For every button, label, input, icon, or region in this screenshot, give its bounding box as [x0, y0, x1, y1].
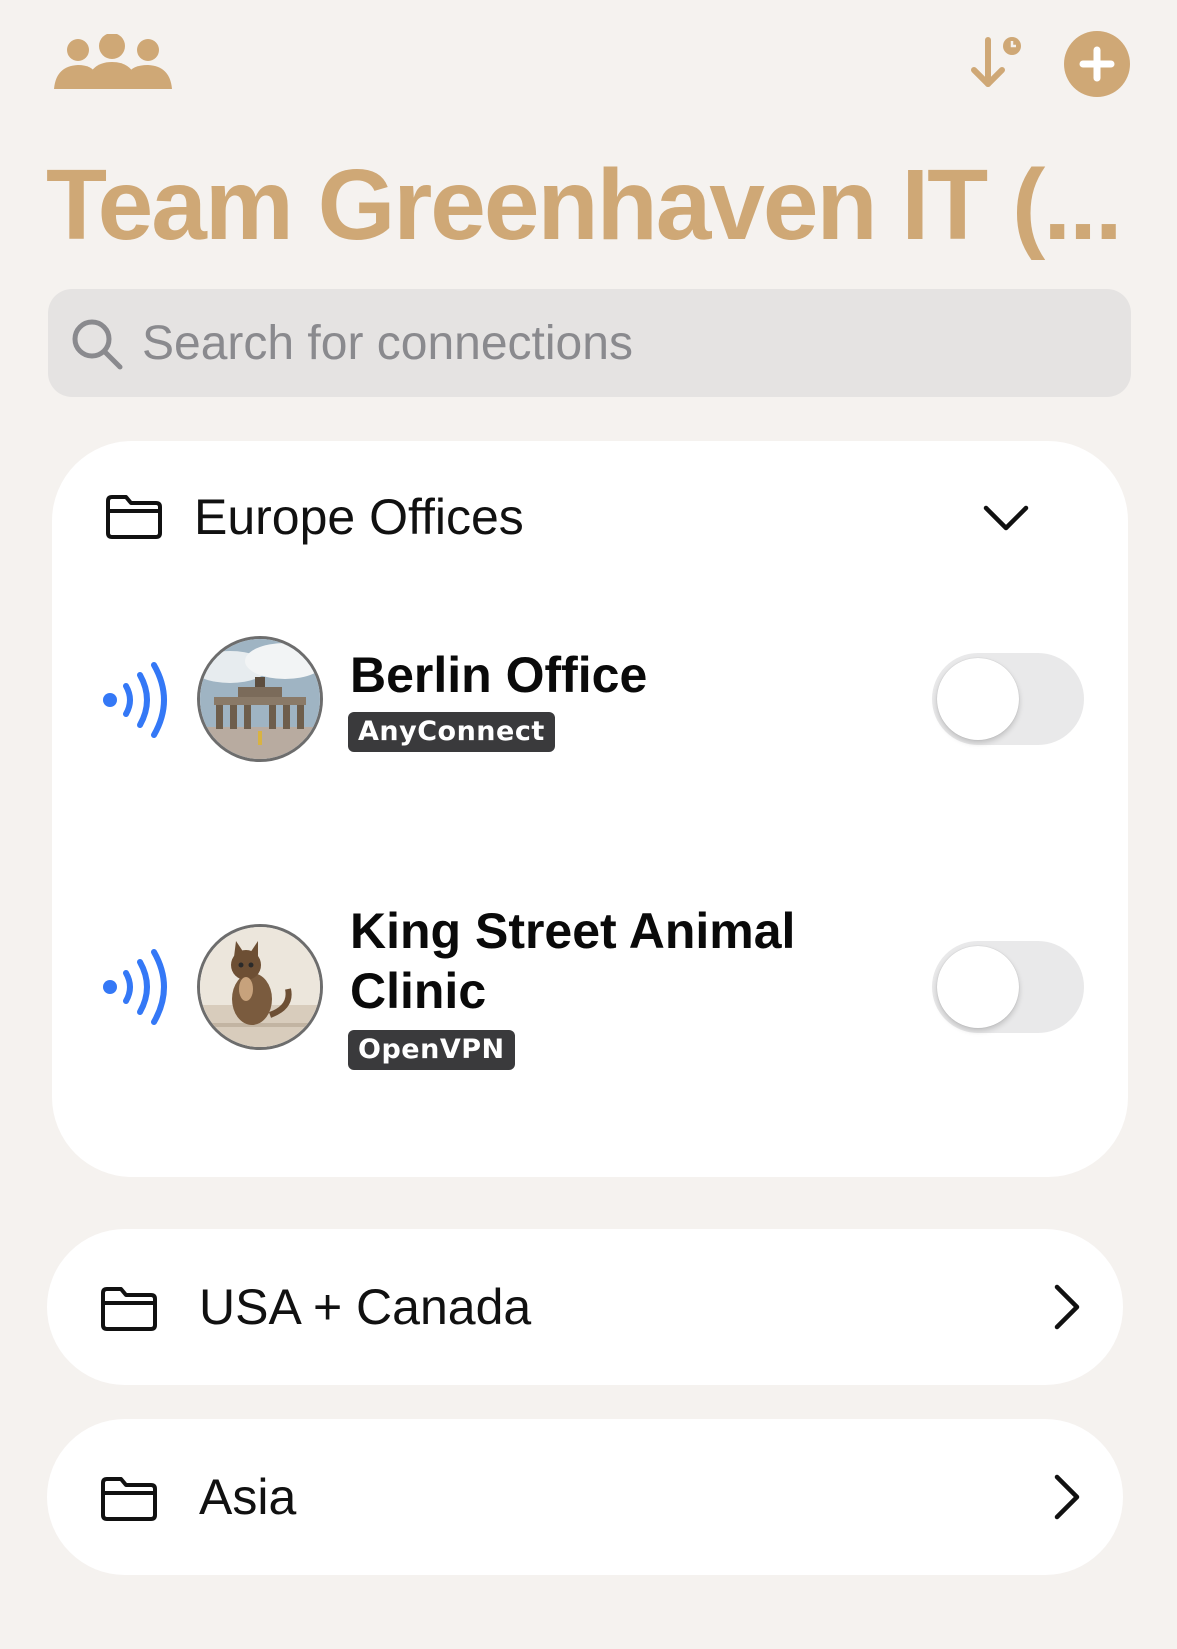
- toggle-knob: [937, 946, 1019, 1028]
- avatar: [197, 636, 323, 762]
- connection-name: Berlin Office: [350, 647, 648, 703]
- add-icon: [1079, 46, 1115, 82]
- avatar: [197, 924, 323, 1050]
- sort-icon[interactable]: [968, 34, 1024, 94]
- team-icon[interactable]: [54, 33, 178, 96]
- folder-icon: [106, 495, 162, 539]
- group-title: Europe Offices: [194, 489, 524, 545]
- top-bar: [0, 0, 1177, 140]
- signal-icon: [103, 949, 167, 1025]
- connection-row-berlin-office[interactable]: Berlin Office AnyConnect: [52, 611, 1128, 771]
- group-row-usa-canada[interactable]: USA + Canada: [47, 1229, 1123, 1385]
- toggle-knob: [937, 658, 1019, 740]
- page-title: Team Greenhaven IT (...: [46, 150, 1123, 260]
- connection-name: King Street Animal Clinic: [350, 903, 796, 1019]
- search-icon: [72, 319, 123, 370]
- group-card-europe-offices: Europe Offices Berlin Office AnyConnect …: [52, 441, 1128, 1177]
- cat-photo: [200, 927, 320, 1047]
- connection-toggle[interactable]: [932, 941, 1084, 1033]
- protocol-badge: OpenVPN: [348, 1030, 515, 1070]
- connection-toggle[interactable]: [932, 653, 1084, 745]
- signal-icon: [103, 662, 167, 738]
- add-button[interactable]: [1064, 31, 1130, 97]
- folder-icon: [101, 1287, 157, 1331]
- brandenburg-gate-photo: [200, 639, 320, 759]
- chevron-down-icon[interactable]: [982, 498, 1030, 538]
- chevron-right-icon: [1054, 1284, 1080, 1330]
- group-header-europe-offices[interactable]: Europe Offices: [52, 441, 1128, 591]
- group-title: USA + Canada: [199, 1279, 532, 1335]
- search-input[interactable]: [142, 289, 1102, 397]
- chevron-right-icon: [1054, 1474, 1080, 1520]
- group-title: Asia: [199, 1469, 297, 1525]
- search-bar[interactable]: [48, 289, 1131, 397]
- group-row-asia[interactable]: Asia: [47, 1419, 1123, 1575]
- connection-row-king-street-animal-clinic[interactable]: King Street Animal Clinic OpenVPN: [52, 901, 1128, 1091]
- folder-icon: [101, 1477, 157, 1521]
- protocol-badge: AnyConnect: [348, 712, 555, 752]
